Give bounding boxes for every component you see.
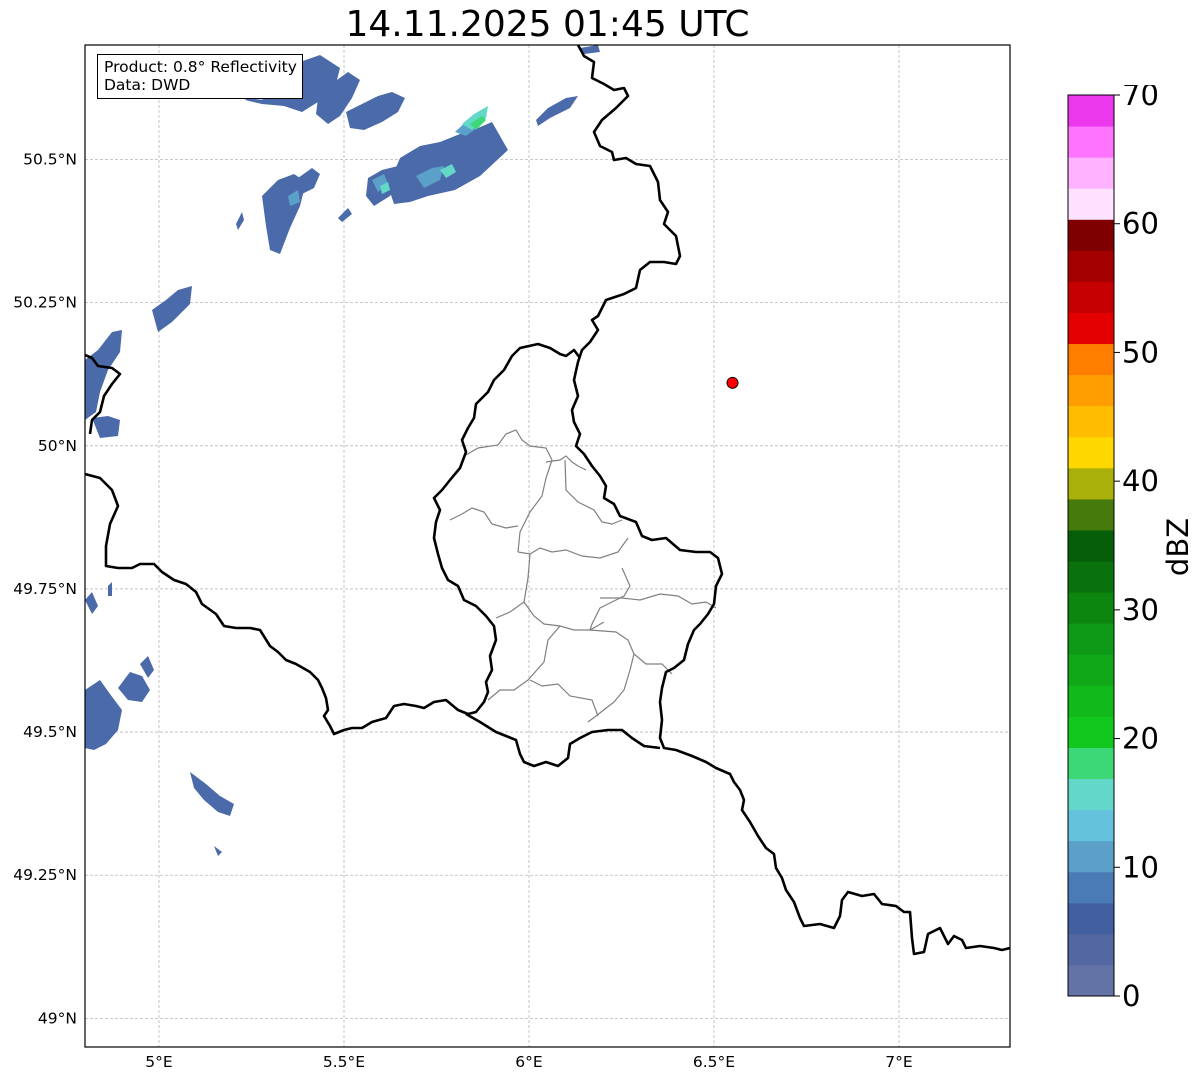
- colorbar-tick-label: 0: [1122, 979, 1140, 1010]
- colorbar-ticks: 0 10 20 30 40 50 60 70: [1114, 85, 1159, 1010]
- radar-map: 5°E 5.5°E 6°E 6.5°E 7°E 49°N 49.25°N 49.5°N 49.…: [13, 44, 1011, 1071]
- colorbar-segment: [1068, 126, 1114, 158]
- colorbar-segment: [1068, 312, 1114, 345]
- colorbar-segment: [1068, 685, 1114, 717]
- colorbar-segment: [1068, 498, 1114, 531]
- colorbar-tick-label: 40: [1122, 464, 1159, 498]
- colorbar-segment: [1068, 778, 1114, 811]
- product-label: Product: 0.8° Reflectivity: [104, 58, 297, 76]
- colorbar-segment: [1068, 809, 1114, 842]
- colorbar-segment: [1068, 281, 1114, 313]
- colorbar-segment: [1068, 436, 1114, 469]
- latitude-tick-label: 49.25°N: [13, 866, 77, 884]
- colorbar-segment: [1068, 219, 1114, 251]
- colorbar-segment: [1068, 405, 1114, 438]
- colorbar-segment: [1068, 933, 1114, 966]
- colorbar-segment: [1068, 592, 1114, 624]
- colorbar-segment: [1068, 157, 1114, 189]
- colorbar-tick-label: 10: [1122, 850, 1159, 884]
- colorbar-segment: [1068, 902, 1114, 935]
- latitude-tick-label: 50°N: [38, 437, 77, 455]
- latitude-tick-label: 49.75°N: [13, 580, 77, 598]
- colorbar-segment: [1068, 343, 1114, 376]
- colorbar-segment: [1068, 529, 1114, 562]
- colorbar-segment: [1068, 250, 1114, 282]
- location-marker: [726, 376, 739, 389]
- data-source-label: Data: DWD: [104, 76, 191, 94]
- colorbar-segments: [1068, 95, 1114, 997]
- colorbar-segment: [1068, 467, 1114, 500]
- latitude-tick-label: 50.25°N: [13, 294, 77, 312]
- colorbar: 0 10 20 30 40 50 60 70 dBZ: [1067, 85, 1195, 1010]
- colorbar-segment: [1068, 188, 1114, 220]
- longitude-tick-label: 7°E: [885, 1053, 912, 1071]
- colorbar-segment: [1068, 747, 1114, 780]
- colorbar-segment: [1068, 623, 1114, 655]
- colorbar-segment: [1068, 95, 1114, 127]
- colorbar-tick-label: 20: [1122, 722, 1159, 756]
- colorbar-segment: [1068, 871, 1114, 904]
- colorbar-tick-label: 30: [1122, 593, 1159, 627]
- colorbar-segment: [1068, 561, 1114, 593]
- longitude-tick-label: 6.5°E: [693, 1053, 735, 1071]
- longitude-tick-label: 6°E: [515, 1053, 542, 1071]
- latitude-tick-label: 50.5°N: [23, 151, 77, 169]
- longitude-tick-label: 5°E: [145, 1053, 172, 1071]
- colorbar-tick-label: 60: [1122, 207, 1159, 241]
- colorbar-segment: [1068, 840, 1114, 873]
- map-background: [85, 45, 1010, 1047]
- colorbar-tick-label: 70: [1122, 85, 1159, 112]
- info-box: Product: 0.8° Reflectivity Data: DWD: [97, 54, 303, 99]
- latitude-axis: 49°N 49.25°N 49.5°N 49.75°N 50°N 50.25°N 50.5°…: [13, 151, 77, 1028]
- latitude-tick-label: 49.5°N: [23, 723, 77, 741]
- colorbar-label: dBZ: [1161, 518, 1195, 576]
- latitude-tick-label: 49°N: [38, 1009, 77, 1027]
- colorbar-segment: [1068, 964, 1114, 997]
- longitude-tick-label: 5.5°E: [323, 1053, 365, 1071]
- colorbar-segment: [1068, 374, 1114, 407]
- longitude-axis: 5°E 5.5°E 6°E 6.5°E 7°E: [145, 1053, 912, 1071]
- colorbar-segment: [1068, 654, 1114, 686]
- colorbar-segment: [1068, 716, 1114, 748]
- colorbar-tick-label: 50: [1122, 335, 1159, 369]
